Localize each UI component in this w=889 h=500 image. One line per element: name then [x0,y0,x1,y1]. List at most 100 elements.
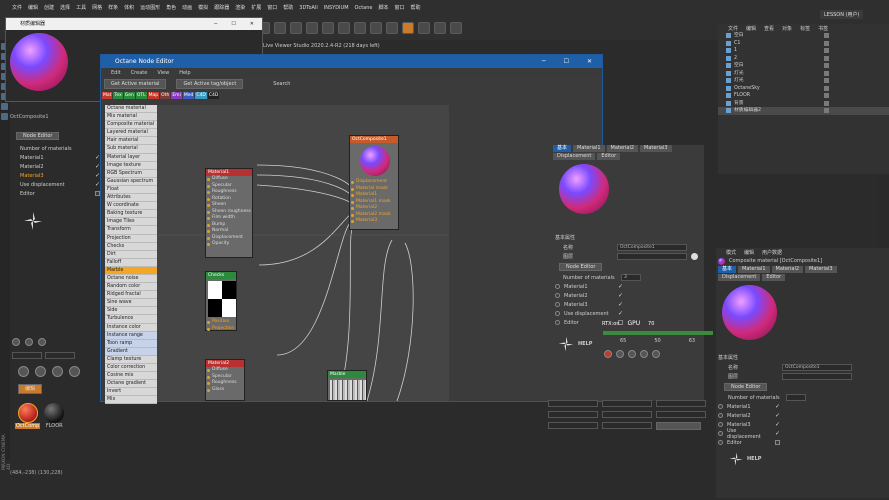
tab-material3[interactable]: Material3 [640,145,672,152]
check-icon[interactable]: ✓ [618,292,623,299]
layer-field[interactable] [782,373,852,380]
tab-otl[interactable]: OTL [135,92,147,99]
layout-selector[interactable]: LESSON (用户) [820,10,864,19]
node-editor-button-label[interactable]: Node Editor [16,132,60,140]
minimize-icon[interactable]: ─ [542,55,546,68]
tab-oth[interactable]: Oth [160,92,171,99]
menu-item[interactable]: INSYDIUM [324,5,349,11]
attr-row[interactable]: Editor [716,438,889,447]
node-list-item[interactable]: Instance range [105,331,157,340]
toolbar-icon[interactable] [338,22,350,34]
node-list-item[interactable]: Projection [105,234,157,243]
tool-icon[interactable] [1,103,8,110]
mm-menu-item[interactable]: 编辑 [18,384,43,394]
node-list-item[interactable]: Layered material [105,129,157,138]
node-list-item[interactable]: Instance color [105,323,157,332]
minimize-icon[interactable]: ─ [214,18,217,30]
radio[interactable] [555,293,560,298]
keyframe-icon[interactable] [616,350,624,358]
tag-icon[interactable] [824,48,829,54]
close-icon[interactable]: ✕ [587,55,592,68]
tag-icon[interactable] [824,93,829,99]
node-graph-canvas[interactable]: Material1 Diffuse Specular Roughness Rotati… [157,105,449,401]
toolbar-icon[interactable] [354,22,366,34]
obj-menu-item[interactable]: 对象 [782,25,792,32]
toolbar-icon[interactable] [274,22,286,34]
playback-icon[interactable] [52,366,63,377]
coord-field[interactable] [656,400,706,407]
node-list-item[interactable]: Material layer [105,153,157,162]
menu-item[interactable]: 文件 [12,4,22,11]
help-icon[interactable] [640,350,648,358]
toolbar-icon[interactable] [306,22,318,34]
menu-item[interactable]: 角色 [166,4,176,11]
node-list-item[interactable]: Image texture [105,161,157,170]
check-icon[interactable]: ✓ [775,403,780,410]
tool-icon[interactable] [25,338,33,346]
maximize-icon[interactable]: ☐ [231,18,235,30]
tab-map[interactable]: Map [147,92,160,99]
playback-icon[interactable] [18,366,29,377]
checkbox[interactable] [775,440,780,445]
swatch-octcomp[interactable]: OctComp [15,403,41,429]
menu-view[interactable]: View [157,68,169,78]
attr-row[interactable]: Material3 ✓ [551,300,704,309]
number-field[interactable] [786,394,806,401]
attr-row[interactable]: Use displacement ✓ [20,180,100,189]
node-list-item[interactable]: W coordinate [105,202,157,211]
coord-field[interactable] [548,411,598,418]
coord-field[interactable] [602,422,652,429]
menu-item[interactable]: 动画 [182,4,192,11]
radio[interactable] [555,320,560,325]
playback-icon[interactable] [35,366,46,377]
obj-menu-item[interactable]: 文件 [728,25,738,32]
menu-item[interactable]: 选择 [60,4,70,11]
node-checker[interactable]: Checks Position Projection [205,271,237,331]
toolbar-icon[interactable] [402,22,414,34]
tab-basic[interactable]: 基本 [553,145,572,152]
toolbar-icon[interactable] [290,22,302,34]
get-active-tag-button[interactable]: Get Active tag/object [176,79,244,89]
menu-userdata[interactable]: 用户数据 [762,249,782,256]
node-list-item[interactable]: Cosine mix [105,372,157,381]
menu-item[interactable]: 网格 [92,4,102,11]
obj-menu-item[interactable]: 标签 [800,25,810,32]
node-list-item[interactable]: Octane noise [105,274,157,284]
object-row[interactable]: 2 [718,55,889,63]
tag-icon[interactable] [824,63,829,69]
node-list-item[interactable]: Turbulence [105,315,157,324]
attr-row[interactable]: Material1 ✓ [716,402,889,411]
tab-material2[interactable]: Material2 [606,145,639,152]
frame-field[interactable] [12,352,42,359]
tag-icon[interactable] [824,78,829,84]
swatch-floor[interactable]: FLOOR [44,403,65,429]
radio[interactable] [555,302,560,307]
tag-icon[interactable] [824,70,829,76]
menu-item[interactable]: Octane [355,5,373,11]
check-icon[interactable]: ✓ [775,412,780,419]
menu-edit[interactable]: 编辑 [744,249,754,256]
maximize-icon[interactable]: ☐ [564,55,569,68]
menu-item[interactable]: 体积 [124,4,134,11]
node-pin[interactable]: Material3 [350,218,398,225]
attr-row[interactable]: Material2 ✓ [551,291,704,300]
tab-editor[interactable]: Editor [597,153,621,160]
menu-item[interactable]: 运动图形 [140,4,160,11]
playback-icon[interactable] [69,366,80,377]
object-row[interactable]: 空白 [718,62,889,70]
node-list-item[interactable]: Float [105,185,157,195]
menu-item[interactable]: 编辑 [28,4,38,11]
toolbar-icon[interactable] [434,22,446,34]
menu-item[interactable]: 3DToAll [299,5,318,11]
check-icon[interactable]: ✓ [775,421,780,428]
apply-button[interactable] [656,422,701,430]
radio[interactable] [718,404,723,409]
tag-icon[interactable] [824,100,829,106]
coord-field[interactable] [656,411,706,418]
tag-icon[interactable] [824,40,829,46]
tab-gen[interactable]: Gen [123,92,135,99]
number-field[interactable]: 3 [621,274,641,281]
menu-edit[interactable]: Edit [111,68,121,78]
name-field[interactable]: OctComposite1 [782,364,852,371]
menu-item[interactable]: 模拟 [198,4,208,11]
